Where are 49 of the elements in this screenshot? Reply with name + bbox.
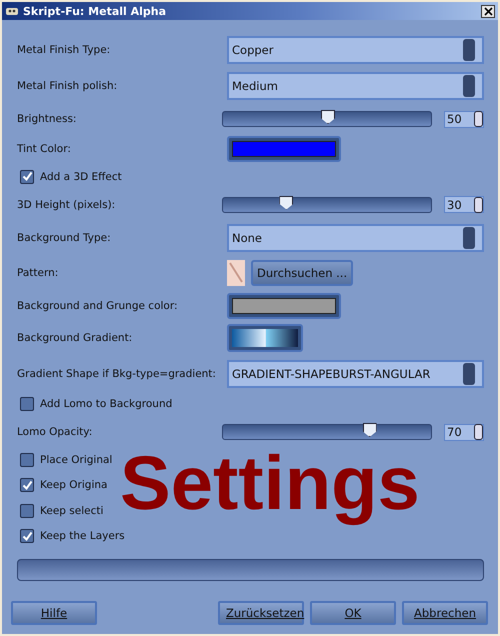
- dropdown[interactable]: GRADIENT-SHAPEBURST-ANGULAR: [227, 360, 484, 388]
- field-label: Brightness:: [17, 113, 78, 125]
- field-label: Metal Finish polish:: [17, 80, 118, 92]
- slider-track[interactable]: [222, 196, 432, 212]
- slider-thumb[interactable]: [321, 110, 335, 124]
- field-label: Background Type:: [17, 232, 112, 244]
- field-label: Tint Color:: [17, 143, 72, 155]
- checkbox-label: Keep the Layers: [40, 530, 125, 542]
- app-icon: [5, 6, 19, 16]
- dialog-button[interactable]: OK: [310, 601, 396, 625]
- checkbox-label: Keep selecti: [40, 504, 104, 517]
- gradient-preview: [232, 329, 298, 347]
- checkbox[interactable]: [20, 478, 34, 492]
- spin-field[interactable]: 70: [444, 424, 484, 440]
- dropdown[interactable]: Copper: [227, 36, 484, 64]
- spin-field[interactable]: 50: [444, 110, 484, 128]
- slider-thumb[interactable]: [362, 423, 377, 437]
- dialog-button[interactable]: Abbrechen: [402, 601, 488, 625]
- field-label: Gradient Shape if Bkg-type=gradient:: [17, 368, 217, 380]
- checkbox-label: Add a 3D Effect: [40, 170, 122, 183]
- color-button[interactable]: [227, 292, 341, 318]
- window-title: Skript-Fu: Metall Alpha: [23, 4, 168, 18]
- checkbox[interactable]: [20, 504, 34, 518]
- checkbox[interactable]: [20, 452, 34, 467]
- dialog-button[interactable]: Zurücksetzen: [218, 601, 304, 625]
- slider-thumb[interactable]: [279, 196, 294, 210]
- color-button[interactable]: [227, 136, 341, 162]
- close-button[interactable]: [481, 4, 495, 18]
- field-label: Lomo Opacity:: [17, 426, 94, 438]
- slider-track[interactable]: [222, 111, 432, 127]
- gradient-button[interactable]: [227, 324, 303, 352]
- dialog-button[interactable]: Hilfe: [11, 601, 97, 625]
- checkbox[interactable]: [20, 529, 34, 544]
- spin-field[interactable]: 30: [444, 196, 484, 213]
- field-label: Background and Grunge color:: [17, 300, 179, 312]
- caption-overlay: Settings: [120, 440, 420, 528]
- field-label: 3D Height (pixels):: [17, 198, 116, 210]
- checkbox[interactable]: [20, 170, 34, 184]
- slider-track[interactable]: [222, 424, 432, 440]
- browse-button[interactable]: Durchsuchen ...: [251, 260, 354, 286]
- checkbox-label: Add Lomo to Background: [40, 398, 172, 410]
- checkbox[interactable]: [20, 397, 34, 412]
- checkbox-label: Place Original: [40, 454, 112, 466]
- dropdown[interactable]: Medium: [227, 72, 484, 100]
- dropdown[interactable]: None: [227, 224, 484, 252]
- field-label: Background Gradient:: [17, 332, 134, 344]
- field-label: Pattern:: [17, 267, 60, 279]
- checkbox-label: Keep Origina: [40, 479, 108, 492]
- field-label: Metal Finish Type:: [17, 44, 112, 56]
